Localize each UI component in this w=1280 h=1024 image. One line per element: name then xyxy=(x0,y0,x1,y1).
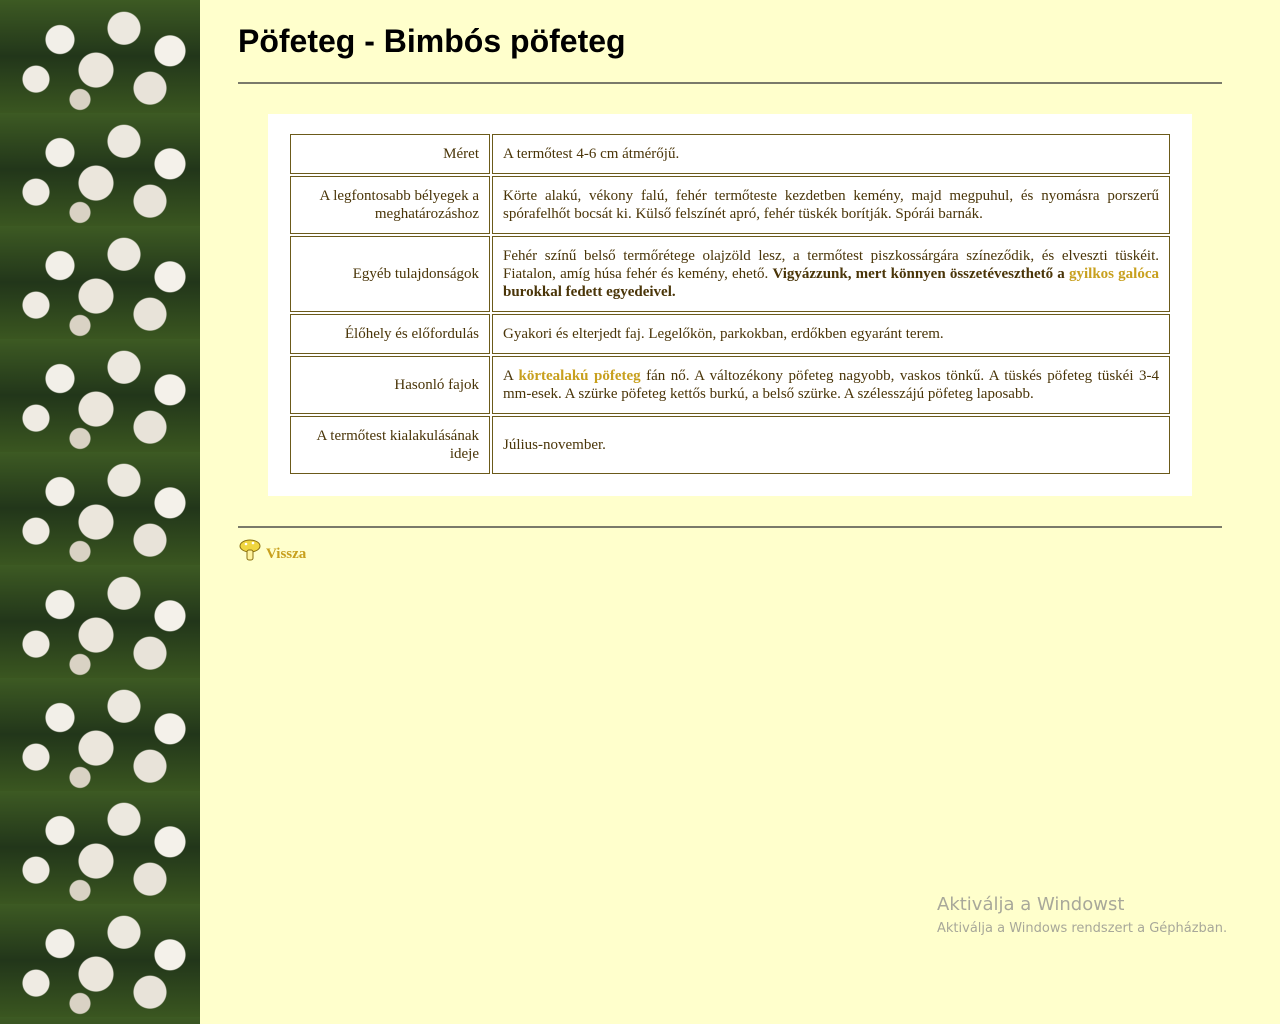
row-label: Méret xyxy=(290,134,490,174)
table-row: A termőtest kialakulásának ideje Július-… xyxy=(290,416,1170,474)
row-label: Élőhely és előfordulás xyxy=(290,314,490,354)
page-title: Pöfeteg - Bimbós pöfeteg xyxy=(238,23,626,59)
link-kortealaku-pofeteg[interactable]: körtealakú pöfeteg xyxy=(519,368,641,384)
row-label: A legfontosabb bélyegek a meghatározásho… xyxy=(290,176,490,234)
row-value: A termőtest 4-6 cm átmérőjű. xyxy=(492,134,1170,174)
row-value: A körtealakú pöfeteg fán nő. A változéko… xyxy=(492,356,1170,414)
info-table: Méret A termőtest 4-6 cm átmérőjű. A leg… xyxy=(288,132,1172,476)
row-value: Július-november. xyxy=(492,416,1170,474)
row-label: A termőtest kialakulásának ideje xyxy=(290,416,490,474)
table-row: Élőhely és előfordulás Gyakori és elterj… xyxy=(290,314,1170,354)
row-label: Hasonló fajok xyxy=(290,356,490,414)
back-link[interactable]: Vissza xyxy=(266,546,306,563)
divider-bottom xyxy=(238,526,1222,528)
table-row: A legfontosabb bélyegek a meghatározásho… xyxy=(290,176,1170,234)
info-panel: Méret A termőtest 4-6 cm átmérőjű. A leg… xyxy=(268,114,1192,496)
row-value: Körte alakú, vékony falú, fehér termőtes… xyxy=(492,176,1170,234)
divider-top xyxy=(238,82,1222,84)
table-row: Egyéb tulajdonságok Fehér színű belső te… xyxy=(290,236,1170,312)
back-link-row: Vissza xyxy=(238,538,1222,564)
mushroom-icon[interactable] xyxy=(238,538,262,564)
table-row: Hasonló fajok A körtealakú pöfeteg fán n… xyxy=(290,356,1170,414)
row-label: Egyéb tulajdonságok xyxy=(290,236,490,312)
table-row: Méret A termőtest 4-6 cm átmérőjű. xyxy=(290,134,1170,174)
main-content: Pöfeteg - Bimbós pöfeteg Méret A termőte… xyxy=(238,0,1222,564)
row-value: Fehér színű belső termőrétege olajzöld l… xyxy=(492,236,1170,312)
row-value: Gyakori és elterjedt faj. Legelőkön, par… xyxy=(492,314,1170,354)
link-gyilkos-galoca[interactable]: gyilkos galóca xyxy=(1069,266,1159,282)
mushroom-photo-sidebar xyxy=(0,0,200,1024)
windows-activation-watermark: Aktiválja a Windowst Aktiválja a Windows… xyxy=(937,894,1228,936)
